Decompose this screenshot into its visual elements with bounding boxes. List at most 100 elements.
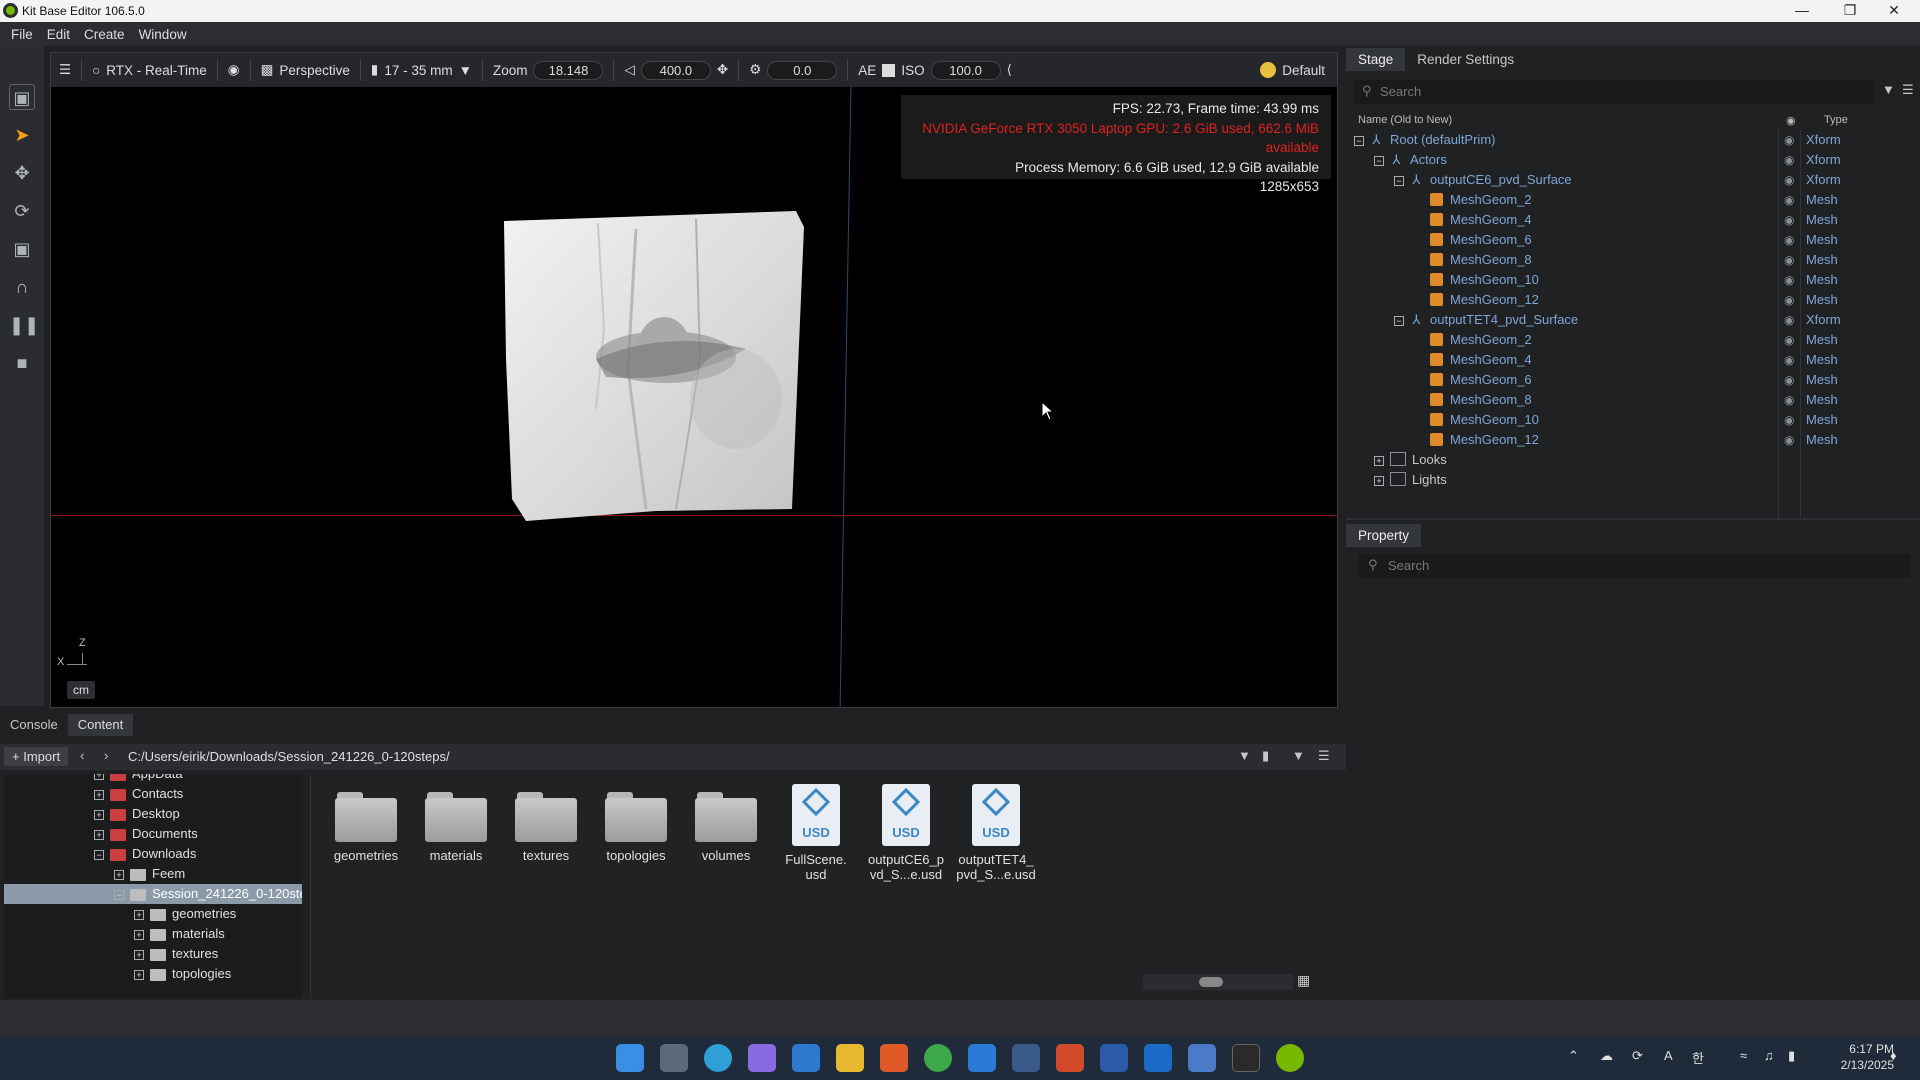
expand-toggle-icon[interactable]: +: [94, 789, 104, 800]
visibility-eye-icon[interactable]: ◉: [1784, 250, 1794, 270]
folder-item[interactable]: volumes: [681, 782, 771, 863]
menu-file[interactable]: File: [11, 27, 33, 42]
menu-icon[interactable]: ☰: [1318, 748, 1330, 764]
chrome-icon[interactable]: [924, 1044, 952, 1072]
visibility-eye-icon[interactable]: ◉: [1784, 410, 1794, 430]
camera-button[interactable]: ▩ Perspective: [253, 57, 358, 83]
font-icon[interactable]: A: [1664, 1048, 1673, 1063]
stage-search-input[interactable]: ⚲ Search: [1354, 80, 1874, 104]
folder-tree-item[interactable]: + topologies: [4, 964, 302, 984]
collapse-chevron-icon[interactable]: ⟨: [1007, 62, 1012, 78]
menu-edit[interactable]: Edit: [47, 27, 70, 42]
stage-row[interactable]: − ⅄ outputTET4_pvd_Surface ◉ Xform: [1350, 310, 1916, 330]
zoom-field[interactable]: 18.148: [533, 60, 604, 80]
stage-row[interactable]: MeshGeom_6 ◉ Mesh: [1350, 230, 1916, 250]
stage-row[interactable]: MeshGeom_2 ◉ Mesh: [1350, 190, 1916, 210]
menu-window[interactable]: Window: [139, 27, 187, 42]
visibility-eye-icon[interactable]: ◉: [1784, 330, 1794, 350]
viewport-settings-icon[interactable]: ☰: [59, 62, 71, 78]
import-button[interactable]: + Import: [4, 747, 69, 766]
iso-field[interactable]: 100.0: [930, 60, 1001, 80]
ae-checkbox[interactable]: [882, 63, 896, 77]
focus-target-icon[interactable]: ✥: [717, 62, 728, 78]
expand-toggle-icon[interactable]: +: [134, 949, 144, 960]
select-tool-icon[interactable]: ➤: [9, 122, 35, 148]
stage-row[interactable]: − ⅄ Actors ◉ Xform: [1350, 150, 1916, 170]
usd-file-item[interactable]: USD outputCE6_p vd_S...e.usd: [861, 782, 951, 882]
expand-toggle-icon[interactable]: +: [1374, 475, 1384, 486]
fstop-field[interactable]: 400.0: [640, 60, 711, 80]
visibility-eye-icon[interactable]: ◉: [1784, 290, 1794, 310]
stage-row[interactable]: MeshGeom_4 ◉ Mesh: [1350, 210, 1916, 230]
stage-row[interactable]: MeshGeom_12 ◉ Mesh: [1350, 430, 1916, 450]
visibility-eye-icon[interactable]: ◉: [1784, 350, 1794, 370]
folder-tree-item[interactable]: + Documents: [4, 824, 302, 844]
column-type-header[interactable]: Type: [1824, 114, 1848, 126]
store-icon[interactable]: [792, 1044, 820, 1072]
stage-row[interactable]: + Looks: [1350, 450, 1916, 470]
folder-tree-item[interactable]: + materials: [4, 924, 302, 944]
folder-item[interactable]: topologies: [591, 782, 681, 863]
file-explorer-icon[interactable]: [836, 1044, 864, 1072]
copilot-icon[interactable]: [748, 1044, 776, 1072]
rotate-tool-icon[interactable]: ⟳: [9, 198, 35, 224]
camera-screenshot-icon[interactable]: ▣: [9, 84, 35, 110]
expand-toggle-icon[interactable]: −: [1394, 315, 1404, 326]
outlook-icon[interactable]: [1144, 1044, 1172, 1072]
wifi-icon[interactable]: ≈: [1740, 1048, 1747, 1063]
expand-toggle-icon[interactable]: +: [94, 829, 104, 840]
edge-icon[interactable]: [704, 1044, 732, 1072]
maximize-icon[interactable]: ❐: [1828, 0, 1872, 22]
folder-tree-item[interactable]: − Downloads: [4, 844, 302, 864]
expand-toggle-icon[interactable]: +: [1374, 455, 1384, 466]
stage-filter-icon[interactable]: ▼: [1882, 82, 1895, 97]
tab-stage[interactable]: Stage: [1346, 48, 1406, 71]
expand-toggle-icon[interactable]: −: [1374, 155, 1384, 166]
visibility-eye-icon[interactable]: ◉: [1784, 210, 1794, 230]
expand-toggle-icon[interactable]: +: [134, 929, 144, 940]
expand-toggle-icon[interactable]: −: [94, 849, 104, 860]
stage-row[interactable]: MeshGeom_12 ◉ Mesh: [1350, 290, 1916, 310]
tab-property[interactable]: Property: [1346, 524, 1422, 547]
forward-arrow-icon[interactable]: ›: [104, 748, 108, 763]
folder-item[interactable]: textures: [501, 782, 591, 863]
panel-splitter[interactable]: [1346, 518, 1920, 520]
minimize-icon[interactable]: —: [1780, 0, 1824, 22]
folder-tree-item[interactable]: + Contacts: [4, 784, 302, 804]
property-search-input[interactable]: ⚲ Search: [1358, 554, 1910, 578]
clock[interactable]: 6:17 PM 2/13/2025: [1824, 1041, 1894, 1073]
expand-toggle-icon[interactable]: −: [1354, 135, 1364, 146]
volume-icon[interactable]: ♫: [1764, 1048, 1774, 1063]
content-file-grid[interactable]: ▦ geometries materials textures topologies v…: [310, 774, 1340, 998]
scale-tool-icon[interactable]: ▣: [9, 236, 35, 262]
grid-view-icon[interactable]: ▦: [1297, 972, 1310, 989]
filter-icon[interactable]: ▼: [1292, 748, 1305, 763]
stage-tree[interactable]: − ⅄ Root (defaultPrim) ◉ Xform − ⅄ Actors ◉ Xform…: [1350, 130, 1916, 560]
back-arrow-icon[interactable]: ‹: [80, 748, 84, 763]
stage-row[interactable]: MeshGeom_10 ◉ Mesh: [1350, 270, 1916, 290]
pause-icon[interactable]: ❚❚: [9, 312, 39, 338]
task-view-icon[interactable]: [660, 1044, 688, 1072]
lens-dropdown[interactable]: ▮ 17 - 35 mm ▼: [363, 57, 480, 83]
tab-console[interactable]: Console: [0, 714, 68, 736]
expand-toggle-icon[interactable]: +: [94, 774, 104, 780]
stage-row[interactable]: MeshGeom_2 ◉ Mesh: [1350, 330, 1916, 350]
render-mode-button[interactable]: ○ RTX - Real-Time: [84, 57, 215, 83]
unit-badge[interactable]: cm: [67, 681, 95, 699]
visibility-eye-icon[interactable]: ◉: [1784, 390, 1794, 410]
stage-row[interactable]: MeshGeom_8 ◉ Mesh: [1350, 390, 1916, 410]
powerpoint-icon[interactable]: [1056, 1044, 1084, 1072]
visibility-eye-icon[interactable]: ◉: [1784, 370, 1794, 390]
visibility-eye-icon[interactable]: ◉: [1784, 430, 1794, 450]
tab-render-settings[interactable]: Render Settings: [1405, 48, 1526, 71]
expand-toggle-icon[interactable]: +: [134, 909, 144, 920]
sync-icon[interactable]: ⟳: [1632, 1048, 1643, 1064]
bookmark-icon[interactable]: ▮: [1262, 748, 1269, 764]
visibility-eye-icon[interactable]: ◉: [228, 62, 240, 78]
brave-icon[interactable]: [880, 1044, 908, 1072]
visibility-eye-icon[interactable]: ◉: [1784, 230, 1794, 250]
lighting-button[interactable]: Default: [1252, 57, 1333, 83]
battery-icon[interactable]: ▮: [1788, 1048, 1795, 1064]
stage-menu-icon[interactable]: ☰: [1902, 82, 1914, 98]
folder-tree-item[interactable]: + Feem: [4, 864, 302, 884]
